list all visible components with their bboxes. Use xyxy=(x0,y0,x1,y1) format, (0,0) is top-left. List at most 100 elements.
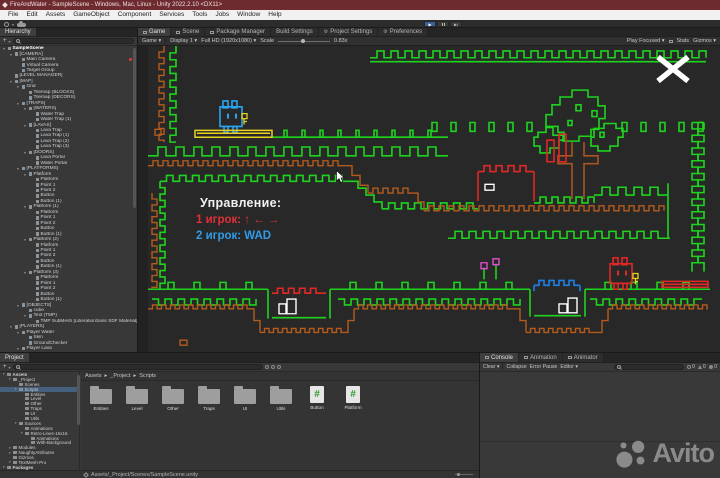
step-button[interactable]: ▶| xyxy=(450,21,462,27)
expand-arrow-icon[interactable]: ▾ xyxy=(14,421,18,425)
expand-arrow-icon[interactable]: ▾ xyxy=(23,150,27,155)
hidden-packages-icon[interactable] xyxy=(276,365,281,369)
play-button[interactable]: ▶ xyxy=(424,21,436,27)
create-asset-button[interactable]: + xyxy=(3,364,7,370)
mute-audio-icon[interactable] xyxy=(668,39,673,43)
display-dropdown[interactable]: Display 1 ▾ xyxy=(170,38,197,44)
hierarchy-search[interactable] xyxy=(12,38,134,44)
menu-component[interactable]: Component xyxy=(114,10,156,20)
account-icon[interactable] xyxy=(4,21,9,27)
search-by-label-icon[interactable] xyxy=(270,365,275,369)
menu-services[interactable]: Services xyxy=(155,10,188,20)
close-icon[interactable] xyxy=(653,54,693,84)
expand-arrow-icon[interactable]: ▾ xyxy=(23,204,27,209)
play-focused-dropdown[interactable]: Play Focused ▾ xyxy=(627,38,665,44)
error-toggle[interactable]: 0 xyxy=(708,364,717,370)
game-viewport[interactable]: Управление: 1 игрок: ↑ ← → 2 игрок: WAD xyxy=(148,46,720,352)
cloud-services-icon[interactable] xyxy=(17,21,27,27)
gizmos-dropdown[interactable]: Gizmos ▾ xyxy=(693,38,716,44)
breadcrumb-item-assets[interactable]: Assets xyxy=(85,373,102,379)
tab-project-settings[interactable]: ⚙ Project Settings xyxy=(318,28,379,36)
menu-window[interactable]: Window xyxy=(233,10,264,20)
asset-item-traps[interactable]: Traps xyxy=(191,384,227,411)
expand-arrow-icon[interactable]: ▾ xyxy=(2,46,6,51)
expand-arrow-icon[interactable]: ▾ xyxy=(16,346,20,351)
search-by-type-icon[interactable] xyxy=(264,365,269,369)
asset-item-platform[interactable]: # Platform xyxy=(335,384,371,411)
scale-slider[interactable] xyxy=(278,39,331,43)
tab-animation[interactable]: Animation xyxy=(519,353,563,362)
expand-arrow-icon[interactable]: ▾ xyxy=(16,101,20,106)
console-search-input[interactable] xyxy=(623,364,689,370)
scale-slider-thumb[interactable] xyxy=(301,39,306,43)
info-toggle[interactable]: 0 xyxy=(687,364,695,370)
expand-arrow-icon[interactable]: ▾ xyxy=(2,465,6,469)
menu-edit[interactable]: Edit xyxy=(22,10,41,20)
expand-arrow-icon[interactable]: ▾ xyxy=(23,172,27,177)
tab-package-manager[interactable]: Package Manager xyxy=(205,28,272,36)
hierarchy-search-input[interactable] xyxy=(21,38,131,44)
tab-scene[interactable]: Scene xyxy=(171,28,206,36)
asset-item-other[interactable]: Other xyxy=(155,384,191,411)
menu-gameobject[interactable]: GameObject xyxy=(69,10,114,20)
expand-arrow-icon[interactable]: ▾ xyxy=(16,84,20,89)
tab-build-settings[interactable]: Build Settings xyxy=(271,28,319,36)
pause-button[interactable] xyxy=(437,21,449,27)
tab-preferences[interactable]: ⚙ Preferences xyxy=(378,28,429,36)
menu-assets[interactable]: Assets xyxy=(42,10,70,20)
menu-tools[interactable]: Tools xyxy=(188,10,211,20)
expand-arrow-icon[interactable]: ▾ xyxy=(16,166,20,171)
expand-arrow-icon[interactable]: ▾ xyxy=(8,451,12,455)
tab-console[interactable]: Console xyxy=(480,353,520,362)
account-dropdown-icon[interactable]: ▾ xyxy=(12,22,14,27)
hierarchy-row[interactable]: ▾ Player Lava xyxy=(0,346,137,351)
menu-file[interactable]: File xyxy=(4,10,22,20)
expand-arrow-icon[interactable]: ▾ xyxy=(16,303,20,308)
tab-animator[interactable]: Animator xyxy=(562,353,604,362)
expand-arrow-icon[interactable]: ▾ xyxy=(23,313,27,318)
create-dropdown-icon[interactable]: ▾ xyxy=(9,365,11,370)
expand-arrow-icon[interactable]: ▾ xyxy=(16,330,20,335)
resolution-dropdown[interactable]: Full HD (1920x1080) ▾ xyxy=(201,38,256,44)
game-mode-dropdown[interactable]: Game ▾ xyxy=(142,38,161,44)
expand-arrow-icon[interactable]: ▾ xyxy=(20,431,24,435)
warning-toggle[interactable]: 0 xyxy=(697,364,706,370)
expand-arrow-icon[interactable]: ▾ xyxy=(8,446,12,450)
editor-dropdown[interactable]: Editor ▾ xyxy=(560,364,578,370)
expand-arrow-icon[interactable]: ▾ xyxy=(8,377,12,381)
tab-game[interactable]: Game xyxy=(138,28,172,36)
collapse-button[interactable]: Collapse xyxy=(506,364,526,370)
icon-size-slider[interactable] xyxy=(455,473,473,476)
asset-item-ui[interactable]: UI xyxy=(227,384,263,411)
hierarchy-scrollbar[interactable] xyxy=(133,48,136,208)
tab-hierarchy[interactable]: Hierarchy xyxy=(0,28,37,36)
add-gameobject-button[interactable]: + xyxy=(3,38,7,44)
expand-arrow-icon[interactable]: ▾ xyxy=(23,270,27,275)
expand-arrow-icon[interactable]: ▾ xyxy=(14,387,18,391)
project-tree-scrollbar[interactable] xyxy=(77,375,80,425)
project-search[interactable] xyxy=(12,364,263,370)
console-search[interactable] xyxy=(614,364,689,370)
error-pause-button[interactable]: Error Pause xyxy=(530,364,558,370)
expand-arrow-icon[interactable]: ▾ xyxy=(23,123,27,128)
asset-item-level[interactable]: Level xyxy=(119,384,155,411)
asset-item-button[interactable]: # Button xyxy=(299,384,335,411)
breadcrumb-item-scripts[interactable]: Scripts xyxy=(139,373,156,379)
expand-arrow-icon[interactable]: ▾ xyxy=(9,324,13,329)
tab-project[interactable]: Project xyxy=(0,353,30,362)
stats-button[interactable]: Stats xyxy=(677,38,690,44)
menu-jobs[interactable]: Jobs xyxy=(211,10,233,20)
add-dropdown-icon[interactable]: ▾ xyxy=(9,39,11,44)
expand-arrow-icon[interactable]: ▾ xyxy=(23,106,27,111)
breadcrumb-item-project[interactable]: _Project xyxy=(110,373,130,379)
expand-arrow-icon[interactable]: ▾ xyxy=(2,372,6,376)
asset-item-utils[interactable]: Utils xyxy=(263,384,299,411)
menu-help[interactable]: Help xyxy=(264,10,285,20)
asset-item-entities[interactable]: Entities xyxy=(83,384,119,411)
expand-arrow-icon[interactable]: ▾ xyxy=(8,460,12,464)
project-search-input[interactable] xyxy=(21,364,260,370)
expand-arrow-icon[interactable]: ▾ xyxy=(9,79,13,84)
expand-arrow-icon[interactable]: ▾ xyxy=(23,237,27,242)
clear-button[interactable]: Clear ▾ xyxy=(483,364,499,370)
expand-arrow-icon[interactable]: ▾ xyxy=(9,52,13,57)
